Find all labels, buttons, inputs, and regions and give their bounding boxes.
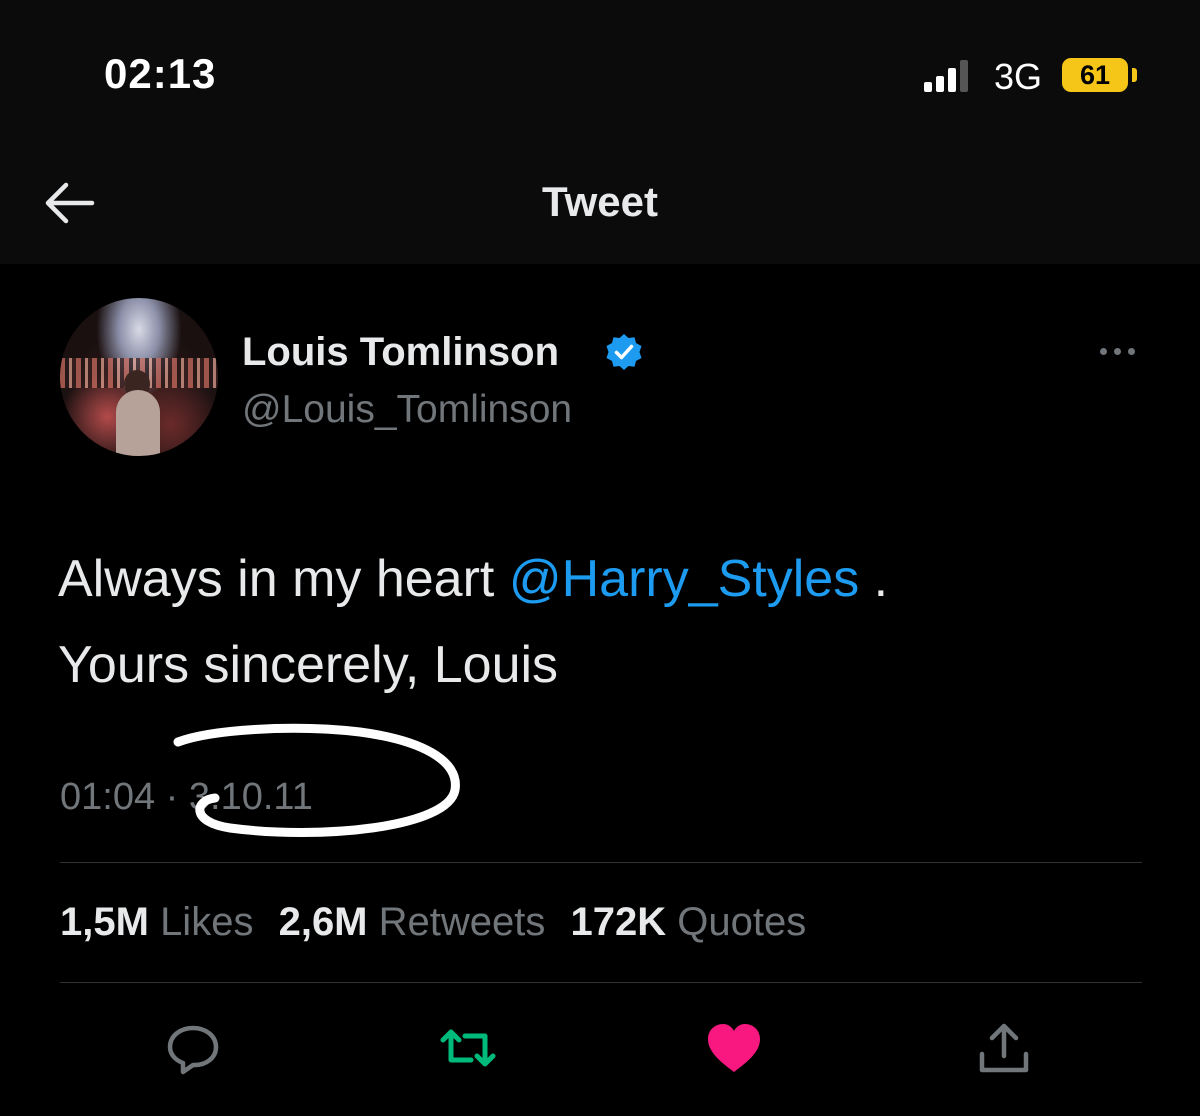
more-options-icon[interactable] [1096, 334, 1140, 368]
tweet-time: 01:04 [60, 776, 156, 818]
engagement-stats: 1,5M Likes 2,6M Retweets 172K Quotes [60, 900, 806, 945]
tweet-text-end: . [859, 550, 889, 608]
mention-link[interactable]: @Harry_Styles [509, 550, 859, 608]
divider [60, 862, 1142, 863]
tweet-text: Always in my heart @Harry_Styles . Yours… [58, 536, 1138, 708]
page-title: Tweet [542, 178, 658, 225]
author-name[interactable]: Louis Tomlinson [242, 330, 559, 375]
retweets-stat[interactable]: 2,6M Retweets [279, 900, 546, 944]
heart-icon[interactable] [704, 1018, 764, 1078]
retweets-count: 2,6M [278, 900, 368, 944]
retweets-label: Retweets [378, 900, 546, 944]
reply-bubble-icon[interactable] [163, 1018, 223, 1078]
network-type: 3G [994, 56, 1043, 97]
share-icon[interactable] [974, 1018, 1034, 1078]
quotes-stat[interactable]: 172K Quotes [571, 900, 807, 944]
likes-label: Likes [160, 900, 254, 944]
avatar[interactable] [60, 298, 218, 456]
handdrawn-circle-annotation [173, 723, 460, 837]
status-bar: 02:13 3G 61 [0, 0, 1200, 150]
likes-stat[interactable]: 1,5M Likes [60, 900, 253, 944]
retweet-icon[interactable] [438, 1018, 498, 1078]
tweet-text-line2: Yours sincerely, Louis [58, 636, 559, 694]
divider [60, 982, 1142, 983]
quotes-count: 172K [570, 900, 667, 944]
status-time: 02:13 [104, 50, 217, 97]
nav-bar: Tweet [0, 150, 1200, 264]
author-handle[interactable]: @Louis_Tomlinson [242, 388, 572, 432]
likes-count: 1,5M [60, 900, 149, 944]
tweet-text-start: Always in my heart [58, 550, 509, 608]
battery-icon: 61 [1062, 58, 1128, 92]
verified-badge-icon [604, 332, 644, 372]
signal-icon [924, 58, 968, 92]
battery-tip [1132, 68, 1137, 82]
quotes-label: Quotes [677, 900, 807, 944]
